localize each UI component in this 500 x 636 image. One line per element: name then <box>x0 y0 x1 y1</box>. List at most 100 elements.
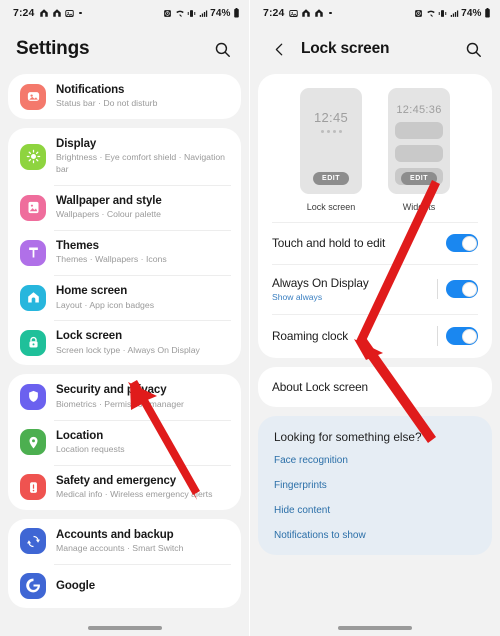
toggle-touch-and-hold-to-edit[interactable] <box>446 234 478 252</box>
settings-row-lock-screen[interactable]: Lock screen Screen lock type · Always On… <box>8 320 241 365</box>
settings-row-text: Safety and emergency Medical info · Wire… <box>56 474 212 501</box>
signal-icon <box>450 9 459 18</box>
settings-row-notifications[interactable]: Notifications Status bar · Do not distur… <box>8 74 241 119</box>
search-icon[interactable] <box>460 36 486 62</box>
suggestion-link-face-recognition[interactable]: Face recognition <box>258 448 492 473</box>
settings-row-home-screen[interactable]: Home screen Layout · App icon badges <box>8 275 241 320</box>
preview-edit-button[interactable]: EDIT <box>313 172 349 185</box>
settings-row-themes[interactable]: Themes Themes · Wallpapers · Icons <box>8 230 241 275</box>
row-title: Security and privacy <box>56 384 167 397</box>
preview-lock-screen-canvas: 12:45 EDIT <box>300 88 362 194</box>
setting-row-text: Roaming clock <box>272 329 431 343</box>
settings-row-text: Lock screen Screen lock type · Always On… <box>56 329 200 356</box>
location-icon <box>20 429 46 456</box>
gallery-icon <box>289 9 299 18</box>
lock-screen-settings-screen: 7:24 74% Lock screen 12:45 EDIT Lock scr… <box>250 0 500 636</box>
vibrate-icon <box>187 9 196 18</box>
row-subtitle: Biometrics · Permission manager <box>56 398 184 409</box>
preview-widgets[interactable]: 12:45:36 EDIT Widgets <box>388 88 450 212</box>
row-title: Notifications <box>56 84 125 96</box>
settings-row-safety-and-emergency[interactable]: Safety and emergency Medical info · Wire… <box>8 464 241 510</box>
setting-subtitle[interactable]: Show always <box>272 292 431 302</box>
setting-row-touch-and-hold-to-edit[interactable]: Touch and hold to edit <box>258 222 492 264</box>
widget-placeholder <box>395 122 443 139</box>
wifi-calling-icon <box>426 9 436 18</box>
wifi-calling-icon <box>175 9 185 18</box>
setting-row-roaming-clock[interactable]: Roaming clock <box>258 314 492 358</box>
setting-row-text: Always On Display Show always <box>272 276 431 302</box>
row-title: Google <box>56 579 96 592</box>
preview-edit-button[interactable]: EDIT <box>401 172 437 185</box>
display-icon <box>20 143 46 170</box>
status-time: 7:24 <box>13 7 35 19</box>
home-icon <box>39 8 49 18</box>
settings-row-location[interactable]: Location Location requests <box>8 419 241 465</box>
row-subtitle: Screen lock type · Always On Display <box>56 344 200 355</box>
suggestions-heading: Looking for something else? <box>274 430 422 444</box>
home-icon <box>314 8 324 18</box>
row-subtitle: Layout · App icon badges <box>56 299 155 310</box>
setting-title: Roaming clock <box>272 329 349 343</box>
alarm-icon <box>414 9 423 18</box>
suggestion-link-notifications-to-show[interactable]: Notifications to show <box>258 523 492 555</box>
setting-row-text: Touch and hold to edit <box>272 236 438 250</box>
setting-title: Always On Display <box>272 276 369 290</box>
row-title: Home screen <box>56 285 128 298</box>
themes-icon <box>20 239 46 266</box>
dot-icon <box>79 11 82 15</box>
signal-icon <box>199 9 208 18</box>
settings-row-text: Accounts and backup Manage accounts · Sm… <box>56 528 183 555</box>
lock-screen-main-card: 12:45 EDIT Lock screen 12:45:36 EDIT Wid… <box>258 74 492 358</box>
gesture-handle[interactable] <box>338 626 412 630</box>
accounts-backup-icon <box>20 528 46 555</box>
settings-group: Accounts and backup Manage accounts · Sm… <box>8 518 241 608</box>
settings-row-text: Themes Themes · Wallpapers · Icons <box>56 239 167 266</box>
home-icon <box>52 8 62 18</box>
setting-title: About Lock screen <box>272 380 369 394</box>
settings-row-text: Display Brightness · Eye comfort shield … <box>56 137 229 176</box>
lock-screen-app-bar: Lock screen <box>250 26 500 72</box>
preview-label: Lock screen <box>306 202 356 212</box>
status-bar-left-cluster: 7:24 <box>263 7 332 19</box>
preview-clock: 12:45 <box>313 110 349 125</box>
back-chevron-icon[interactable] <box>266 36 292 62</box>
suggestions-card: Looking for something else? Face recogni… <box>258 416 492 555</box>
settings-row-accounts-and-backup[interactable]: Accounts and backup Manage accounts · Sm… <box>8 519 241 564</box>
row-subtitle: Status bar · Do not disturb <box>56 98 158 109</box>
suggestion-link-fingerprints[interactable]: Fingerprints <box>258 473 492 498</box>
settings-group: Security and privacy Biometrics · Permis… <box>8 374 241 510</box>
toggle-always-on-display[interactable] <box>446 280 478 298</box>
gesture-handle[interactable] <box>87 626 162 630</box>
row-title: Wallpaper and style <box>56 194 162 207</box>
toggle-divider <box>437 279 438 299</box>
setting-title: Touch and hold to edit <box>272 236 386 250</box>
search-icon[interactable] <box>209 36 235 62</box>
settings-app-bar: Settings <box>0 26 249 72</box>
status-bar-right-cluster: 74% <box>414 8 491 19</box>
vibrate-icon <box>438 9 447 18</box>
status-bar-left-cluster: 7:24 <box>13 7 82 19</box>
settings-row-google[interactable]: Google <box>8 563 241 608</box>
settings-row-text: Google <box>56 579 95 593</box>
row-title: Location <box>56 429 104 442</box>
google-icon <box>20 572 46 599</box>
status-time: 7:24 <box>263 7 285 19</box>
setting-row-about-lock-screen[interactable]: About Lock screen <box>258 367 492 407</box>
suggestion-link-hide-content[interactable]: Hide content <box>258 498 492 523</box>
page-title: Lock screen <box>301 40 390 57</box>
preview-lock-screen[interactable]: 12:45 EDIT Lock screen <box>300 88 362 212</box>
notifications-icon <box>20 83 46 110</box>
settings-group: Display Brightness · Eye comfort shield … <box>8 128 241 366</box>
row-subtitle: Wallpapers · Colour palette <box>56 209 161 220</box>
row-title: Safety and emergency <box>56 474 177 487</box>
status-bar-right-cluster: 74% <box>163 8 240 19</box>
lock-screen-icon <box>20 329 46 356</box>
preview-widgets-canvas: 12:45:36 EDIT <box>388 88 450 194</box>
setting-row-always-on-display[interactable]: Always On Display Show always <box>258 264 492 314</box>
toggle-roaming-clock[interactable] <box>446 327 478 345</box>
settings-row-wallpaper-and-style[interactable]: Wallpaper and style Wallpapers · Colour … <box>8 184 241 230</box>
settings-row-security-and-privacy[interactable]: Security and privacy Biometrics · Permis… <box>8 374 241 419</box>
row-subtitle: Location requests <box>56 443 125 454</box>
settings-row-display[interactable]: Display Brightness · Eye comfort shield … <box>8 128 241 185</box>
row-subtitle: Medical info · Wireless emergency alerts <box>56 488 213 499</box>
